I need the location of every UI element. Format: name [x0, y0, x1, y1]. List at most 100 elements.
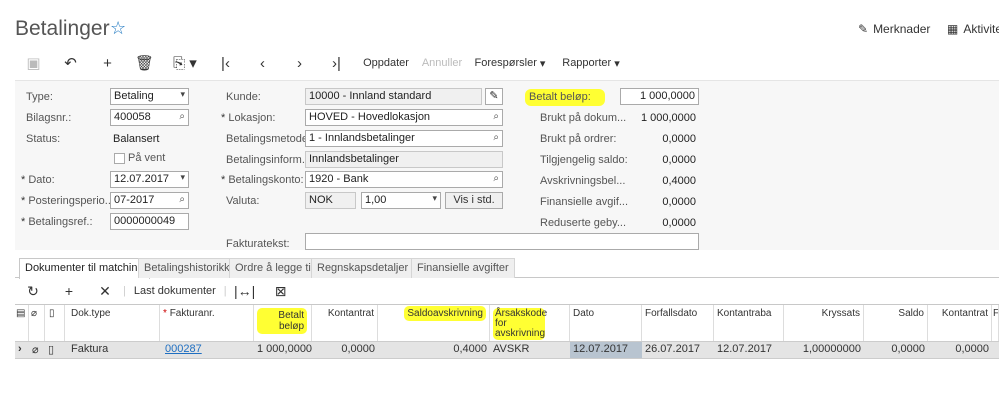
load-documents-button[interactable]: Last dokumenter	[126, 285, 224, 297]
cell-cash-discount-date: 12.07.2017	[717, 343, 773, 355]
reduced-fee-value: 0,0000	[662, 217, 696, 229]
tab-accounting-details[interactable]: Regnskapsdetaljer	[311, 258, 415, 278]
used-doc-value: 1 000,0000	[640, 112, 696, 124]
col-doc-type[interactable]: Dok.type	[65, 305, 160, 341]
writeoff-value: 0,4000	[662, 175, 696, 187]
col-cash-discount-date[interactable]: Kontantraba	[714, 305, 784, 341]
file-icon: ▯	[45, 305, 65, 341]
type-label: Type:	[26, 91, 53, 103]
type-select[interactable]: Betaling ▾	[110, 88, 189, 105]
col-cash-discount-2[interactable]: Kontantrat	[928, 305, 992, 341]
fit-columns-icon[interactable]: |↔|	[227, 283, 263, 299]
cell-invoice-number[interactable]: 000287	[160, 342, 254, 358]
col-balance[interactable]: Saldo	[864, 305, 928, 341]
copy-paste-icon[interactable]: ⎘ ▾	[163, 52, 207, 74]
available-balance-label: Tilgjengelig saldo:	[540, 154, 628, 166]
add-row-icon[interactable]: +	[51, 283, 87, 299]
col-cross-rate[interactable]: Kryssats	[784, 305, 864, 341]
payment-account-field[interactable]: 1920 - Bank ⌕	[305, 171, 503, 188]
attachment-icon[interactable]: ⌀	[29, 342, 45, 358]
cell-doc-type: Faktura	[71, 343, 109, 355]
on-hold-label: På vent	[128, 152, 166, 164]
edit-pencil-icon[interactable]: ✎	[485, 88, 503, 105]
col-invoice-number[interactable]: * Fakturanr.	[160, 305, 254, 341]
reduced-fee-label: Reduserte geby...	[540, 217, 627, 229]
tab-finance-fees[interactable]: Finansielle avgifter	[411, 258, 515, 278]
cell-cross-rate: 1,00000000	[802, 343, 861, 355]
finance-fee-value: 0,0000	[662, 196, 696, 208]
payment-method-field[interactable]: 1 - Innlandsbetalinger ⌕	[305, 130, 503, 147]
previous-record-icon[interactable]: ‹	[244, 52, 281, 74]
col-writeoff-reason[interactable]: Årsakskode for avskrivning	[490, 305, 570, 341]
activities-button[interactable]: ▦ Aktivite	[947, 22, 999, 36]
invoice-text-field[interactable]	[305, 233, 699, 250]
date-label: * Dato:	[21, 174, 55, 186]
table-row[interactable]: › ⌀ ▯ Faktura 000287 1 000,0000 0,0000 0…	[15, 341, 999, 359]
page-title: Betalinger	[15, 17, 110, 40]
date-field[interactable]: 12.07.2017 ▾	[110, 171, 189, 188]
col-balance-writeoff[interactable]: Saldoavskrivning	[378, 305, 490, 341]
used-doc-label: Brukt på dokum...	[540, 112, 627, 124]
next-record-icon[interactable]: ›	[281, 52, 318, 74]
rate-select[interactable]: 1,00 ▾	[361, 192, 441, 209]
payment-ref-label: * Betalingsref.:	[21, 216, 93, 228]
detail-tabs: Dokumenter til matching Betalingshistori…	[15, 258, 999, 279]
on-hold-checkbox[interactable]	[114, 153, 125, 164]
payment-info-label: Betalingsinform...	[226, 154, 311, 166]
chevron-down-icon: ▾	[180, 89, 185, 99]
row-indicator-icon: ›	[18, 343, 22, 355]
first-record-icon[interactable]: |‹	[207, 52, 244, 74]
refresh-button[interactable]: Oppdater	[355, 52, 417, 74]
col-f[interactable]: F	[992, 305, 999, 341]
favorite-star-icon[interactable]: ☆	[110, 18, 126, 39]
col-due-date[interactable]: Forfallsdato	[642, 305, 714, 341]
notes-button[interactable]: ✎ Merknader	[858, 22, 930, 36]
search-icon: ⌕	[179, 111, 185, 122]
view-base-button[interactable]: Vis i std.	[445, 192, 503, 209]
main-toolbar: ▣ ↶ + 🗑 ⎘ ▾ |‹ ‹ › ›| Oppdater Annuller …	[15, 50, 999, 76]
cell-balance-writeoff: 0,4000	[453, 343, 487, 355]
location-field[interactable]: HOVED - Hovedlokasjon ⌕	[305, 109, 503, 126]
cancel-button[interactable]: Annuller	[417, 52, 467, 74]
add-icon[interactable]: +	[89, 52, 126, 74]
cell-date[interactable]: 12.07.2017	[570, 342, 642, 358]
paid-amount-field[interactable]: 1 000,0000	[620, 88, 699, 105]
refresh-icon[interactable]: ↻	[15, 283, 51, 300]
doc-number-field[interactable]: 400058 ⌕	[110, 109, 189, 126]
payment-method-label: Betalingsmetode:	[226, 133, 311, 145]
col-paid-amount[interactable]: Betalt beløp	[254, 305, 312, 341]
delete-row-icon[interactable]: ✕	[87, 283, 123, 300]
payment-form: Type: Betaling ▾ Bilagsnr.: 400058 ⌕ Statu…	[15, 80, 999, 250]
used-order-label: Brukt på ordrer:	[540, 133, 617, 145]
file-icon[interactable]: ▯	[45, 342, 65, 358]
search-icon: ⌕	[493, 173, 499, 184]
payment-ref-field[interactable]: 0000000049	[110, 213, 189, 230]
save-icon[interactable]: ▣	[15, 52, 52, 74]
tab-documents-matching[interactable]: Dokumenter til matching	[19, 258, 150, 279]
cell-writeoff-reason: AVSKR	[493, 343, 530, 355]
cell-due-date: 26.07.2017	[645, 343, 701, 355]
export-excel-icon[interactable]: ⊠	[263, 283, 299, 300]
delete-icon[interactable]: 🗑	[126, 52, 163, 74]
writeoff-label: Avskrivningsbel...	[540, 175, 626, 187]
documents-grid: ▤ ⌀ ▯ Dok.type * Fakturanr. Betalt beløp…	[15, 304, 999, 419]
payment-info-field: Innlandsbetalinger	[305, 151, 503, 168]
edit-note-icon: ✎	[858, 22, 869, 36]
row-select-icon[interactable]: ▤	[15, 305, 29, 341]
col-date[interactable]: Dato	[570, 305, 642, 341]
period-field[interactable]: 07-2017 ⌕	[110, 192, 189, 209]
requests-menu[interactable]: Forespørsler ▾	[467, 52, 553, 74]
last-record-icon[interactable]: ›|	[318, 52, 355, 74]
search-icon: ⌕	[179, 194, 185, 205]
undo-icon[interactable]: ↶	[52, 52, 89, 74]
tab-payment-history[interactable]: Betalingshistorikk	[138, 258, 236, 278]
doc-label: Bilagsnr.:	[26, 112, 72, 124]
cell-paid-amount: 1 000,0000	[257, 343, 312, 355]
reports-menu[interactable]: Rapporter ▾	[553, 52, 629, 74]
col-cash-discount[interactable]: Kontantrat	[312, 305, 378, 341]
period-label: * Posteringsperio...	[21, 195, 114, 207]
tab-orders-to-add[interactable]: Ordre å legge til	[229, 258, 320, 278]
customer-field[interactable]: 10000 - Innland standard	[305, 88, 482, 105]
currency-field: NOK	[305, 192, 356, 209]
cell-cash-discount-2: 0,0000	[955, 343, 989, 355]
